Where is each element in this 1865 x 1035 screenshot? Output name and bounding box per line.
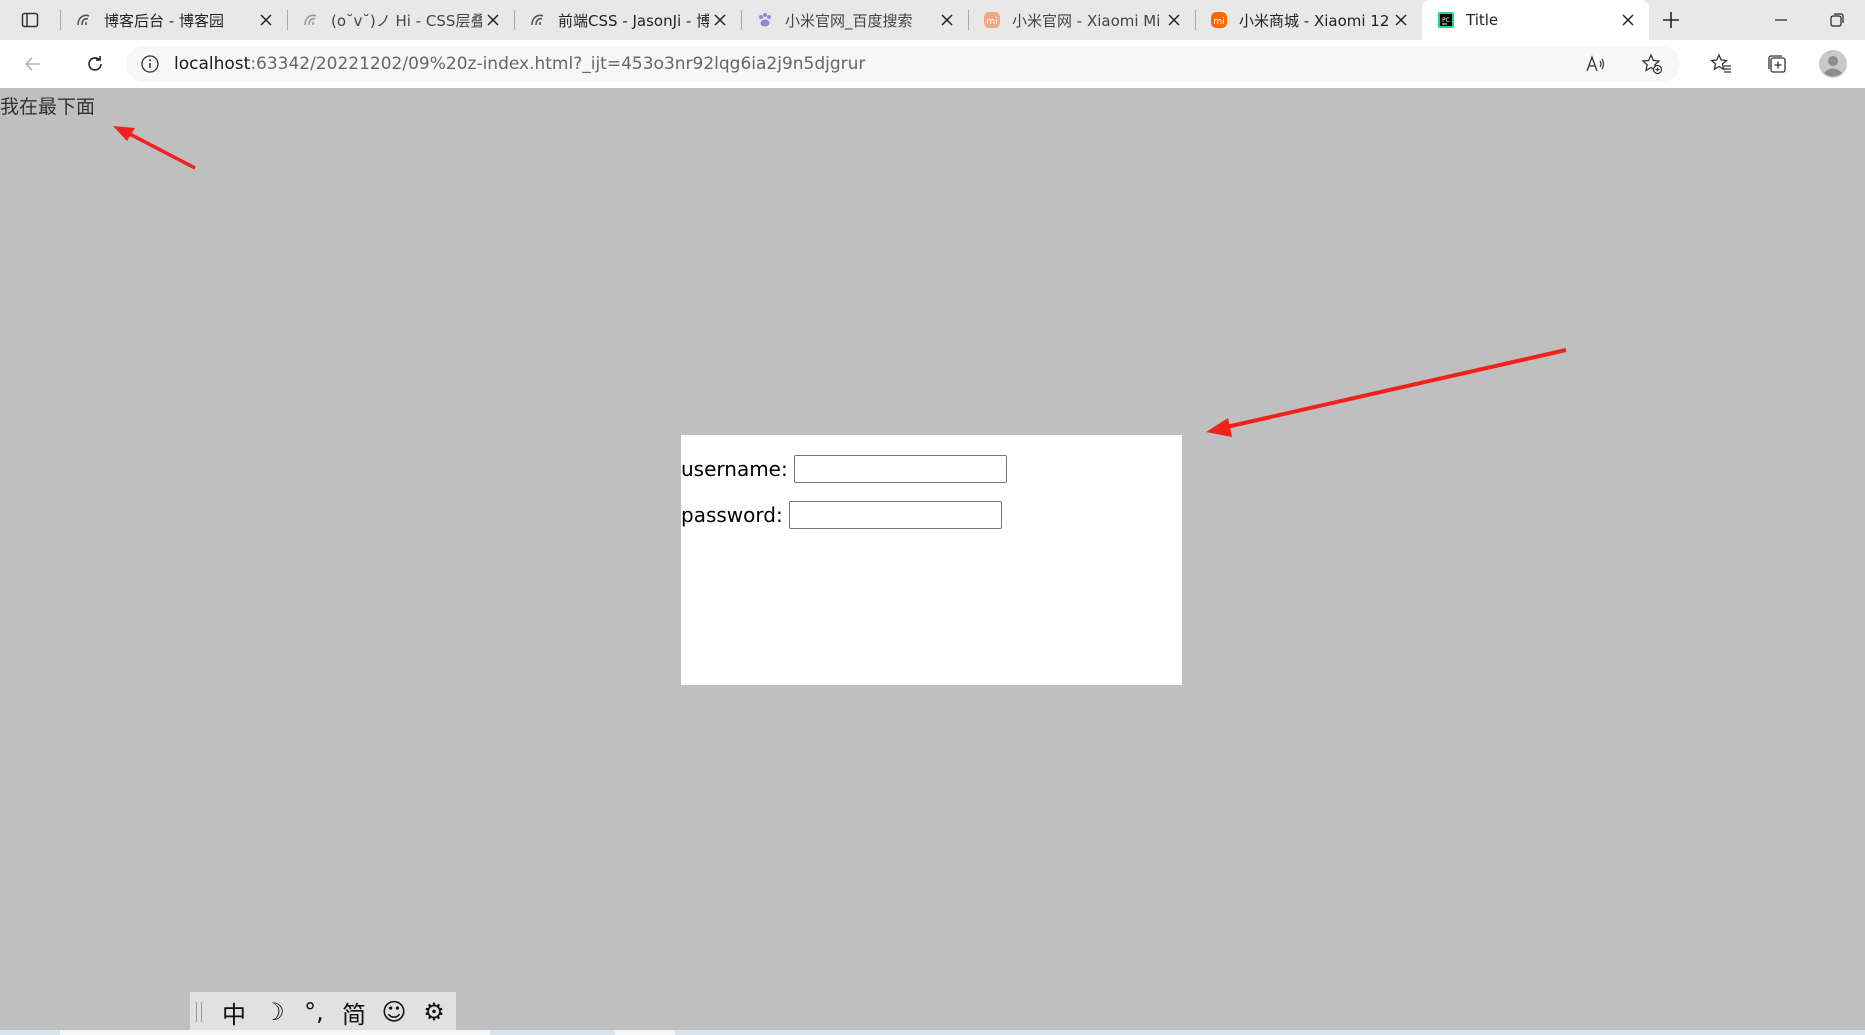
- tab-cnblogs-admin[interactable]: 博客后台 - 博客园: [60, 0, 287, 40]
- page-viewport: 我在最下面 username: password: 中 ☽ °, 简 ☺ ⚙: [0, 88, 1865, 1035]
- cnblogs-icon: [74, 10, 94, 30]
- cnblogs-icon: [528, 10, 548, 30]
- profile-button[interactable]: [1805, 40, 1861, 88]
- taskbar-edge-segment: [60, 1030, 490, 1035]
- refresh-icon: [88, 56, 102, 71]
- avatar-icon: [1819, 50, 1847, 78]
- tab-xiaomi-official[interactable]: mi 小米官网 - Xiaomi Mi: [968, 0, 1195, 40]
- tab-css-cascade[interactable]: (o˘v˘)ノ Hi - CSS层叠: [287, 0, 514, 40]
- ime-punctuation-button[interactable]: °,: [294, 992, 334, 1032]
- favorites-button[interactable]: [1693, 40, 1749, 88]
- url-text: localhost:63342/20221202/09%20z-index.ht…: [174, 54, 865, 74]
- ime-drag-handle[interactable]: [196, 1002, 202, 1022]
- address-bar[interactable]: localhost:63342/20221202/09%20z-index.ht…: [126, 46, 1680, 82]
- minimize-icon: [1775, 19, 1787, 21]
- tab-actions-button[interactable]: [0, 0, 60, 40]
- toolbar-right: [1693, 40, 1865, 88]
- url-host: localhost: [174, 54, 251, 74]
- tab-title: 小米官网_百度搜索: [785, 11, 913, 30]
- add-favorite-button[interactable]: [1624, 46, 1680, 82]
- svg-text:mi: mi: [986, 17, 997, 27]
- tab-actions-icon: [21, 12, 39, 28]
- tab-close-icon[interactable]: [255, 9, 277, 31]
- ime-settings-icon[interactable]: ⚙: [414, 992, 454, 1032]
- restore-icon: [1830, 13, 1844, 27]
- ime-toolbar: 中 ☽ °, 简 ☺ ⚙: [190, 992, 456, 1032]
- mi-icon: mi: [1209, 10, 1229, 30]
- url-path: :63342/20221202/09%20z-index.html?_ijt=4…: [250, 54, 866, 74]
- svg-text:PC: PC: [1442, 17, 1450, 24]
- password-input[interactable]: [788, 501, 1002, 529]
- tab-close-icon[interactable]: [482, 9, 504, 31]
- site-info-icon[interactable]: [126, 54, 174, 74]
- tab-title: (o˘v˘)ノ Hi - CSS层叠: [331, 11, 482, 30]
- tab-close-icon[interactable]: [1390, 9, 1412, 31]
- tab-close-icon[interactable]: [1617, 9, 1639, 31]
- tab-title: Title: [1466, 11, 1499, 29]
- ime-simplified-button[interactable]: 简: [334, 992, 374, 1032]
- tab-close-icon[interactable]: [1163, 9, 1185, 31]
- tab-frontend-css[interactable]: 前端CSS - JasonJi - 博客园: [514, 0, 741, 40]
- minimize-button[interactable]: [1753, 0, 1809, 40]
- taskbar-edge: [0, 1030, 1865, 1035]
- tab-close-icon[interactable]: [709, 9, 731, 31]
- new-tab-button[interactable]: [1649, 0, 1693, 40]
- star-add-icon: [1641, 53, 1663, 75]
- password-label: password:: [681, 503, 783, 527]
- tab-title: 博客后台 - 博客园: [104, 11, 224, 30]
- username-row: username:: [681, 455, 1182, 483]
- ime-chinese-mode-button[interactable]: 中: [214, 992, 254, 1032]
- ime-moon-icon[interactable]: ☽: [254, 992, 294, 1032]
- tab-title: 小米官网 - Xiaomi Mi: [1012, 11, 1161, 30]
- window-controls: [1753, 0, 1865, 40]
- tab-title: 小米商城 - Xiaomi 12: [1239, 11, 1390, 30]
- bottom-layer-text: 我在最下面: [0, 96, 96, 118]
- username-input[interactable]: [793, 455, 1007, 483]
- pycharm-icon: PC: [1436, 10, 1456, 30]
- tab-title-active[interactable]: PC Title: [1422, 0, 1649, 40]
- plus-icon: [1663, 12, 1679, 28]
- collections-icon: [1768, 55, 1786, 73]
- tab-close-icon[interactable]: [936, 9, 958, 31]
- ime-emoji-icon[interactable]: ☺: [374, 992, 414, 1032]
- back-button[interactable]: [6, 40, 60, 88]
- back-arrow-icon: [24, 57, 40, 71]
- tab-title: 前端CSS - JasonJi - 博客园: [558, 11, 709, 30]
- refresh-button[interactable]: [68, 40, 122, 88]
- tab-baidu-search[interactable]: 小米官网_百度搜索: [741, 0, 968, 40]
- tab-xiaomi-store[interactable]: mi 小米商城 - Xiaomi 12: [1195, 0, 1422, 40]
- restore-button[interactable]: [1809, 0, 1865, 40]
- read-aloud-button[interactable]: [1568, 46, 1624, 82]
- collections-button[interactable]: [1749, 40, 1805, 88]
- taskbar-edge-segment: [615, 1030, 675, 1035]
- read-aloud-icon: [1586, 55, 1605, 72]
- favorites-icon: [1710, 53, 1731, 73]
- mi-icon: mi: [982, 10, 1002, 30]
- address-toolbar: localhost:63342/20221202/09%20z-index.ht…: [0, 40, 1865, 88]
- login-box: username: password:: [681, 435, 1182, 685]
- tab-strip: 博客后台 - 博客园 (o˘v˘)ノ Hi - CSS层叠 前端CSS - Ja…: [0, 0, 1865, 40]
- svg-text:mi: mi: [1213, 17, 1224, 27]
- username-label: username:: [681, 457, 788, 481]
- baidu-icon: [755, 10, 775, 30]
- cnblogs-icon: [301, 10, 321, 30]
- password-row: password:: [681, 501, 1182, 529]
